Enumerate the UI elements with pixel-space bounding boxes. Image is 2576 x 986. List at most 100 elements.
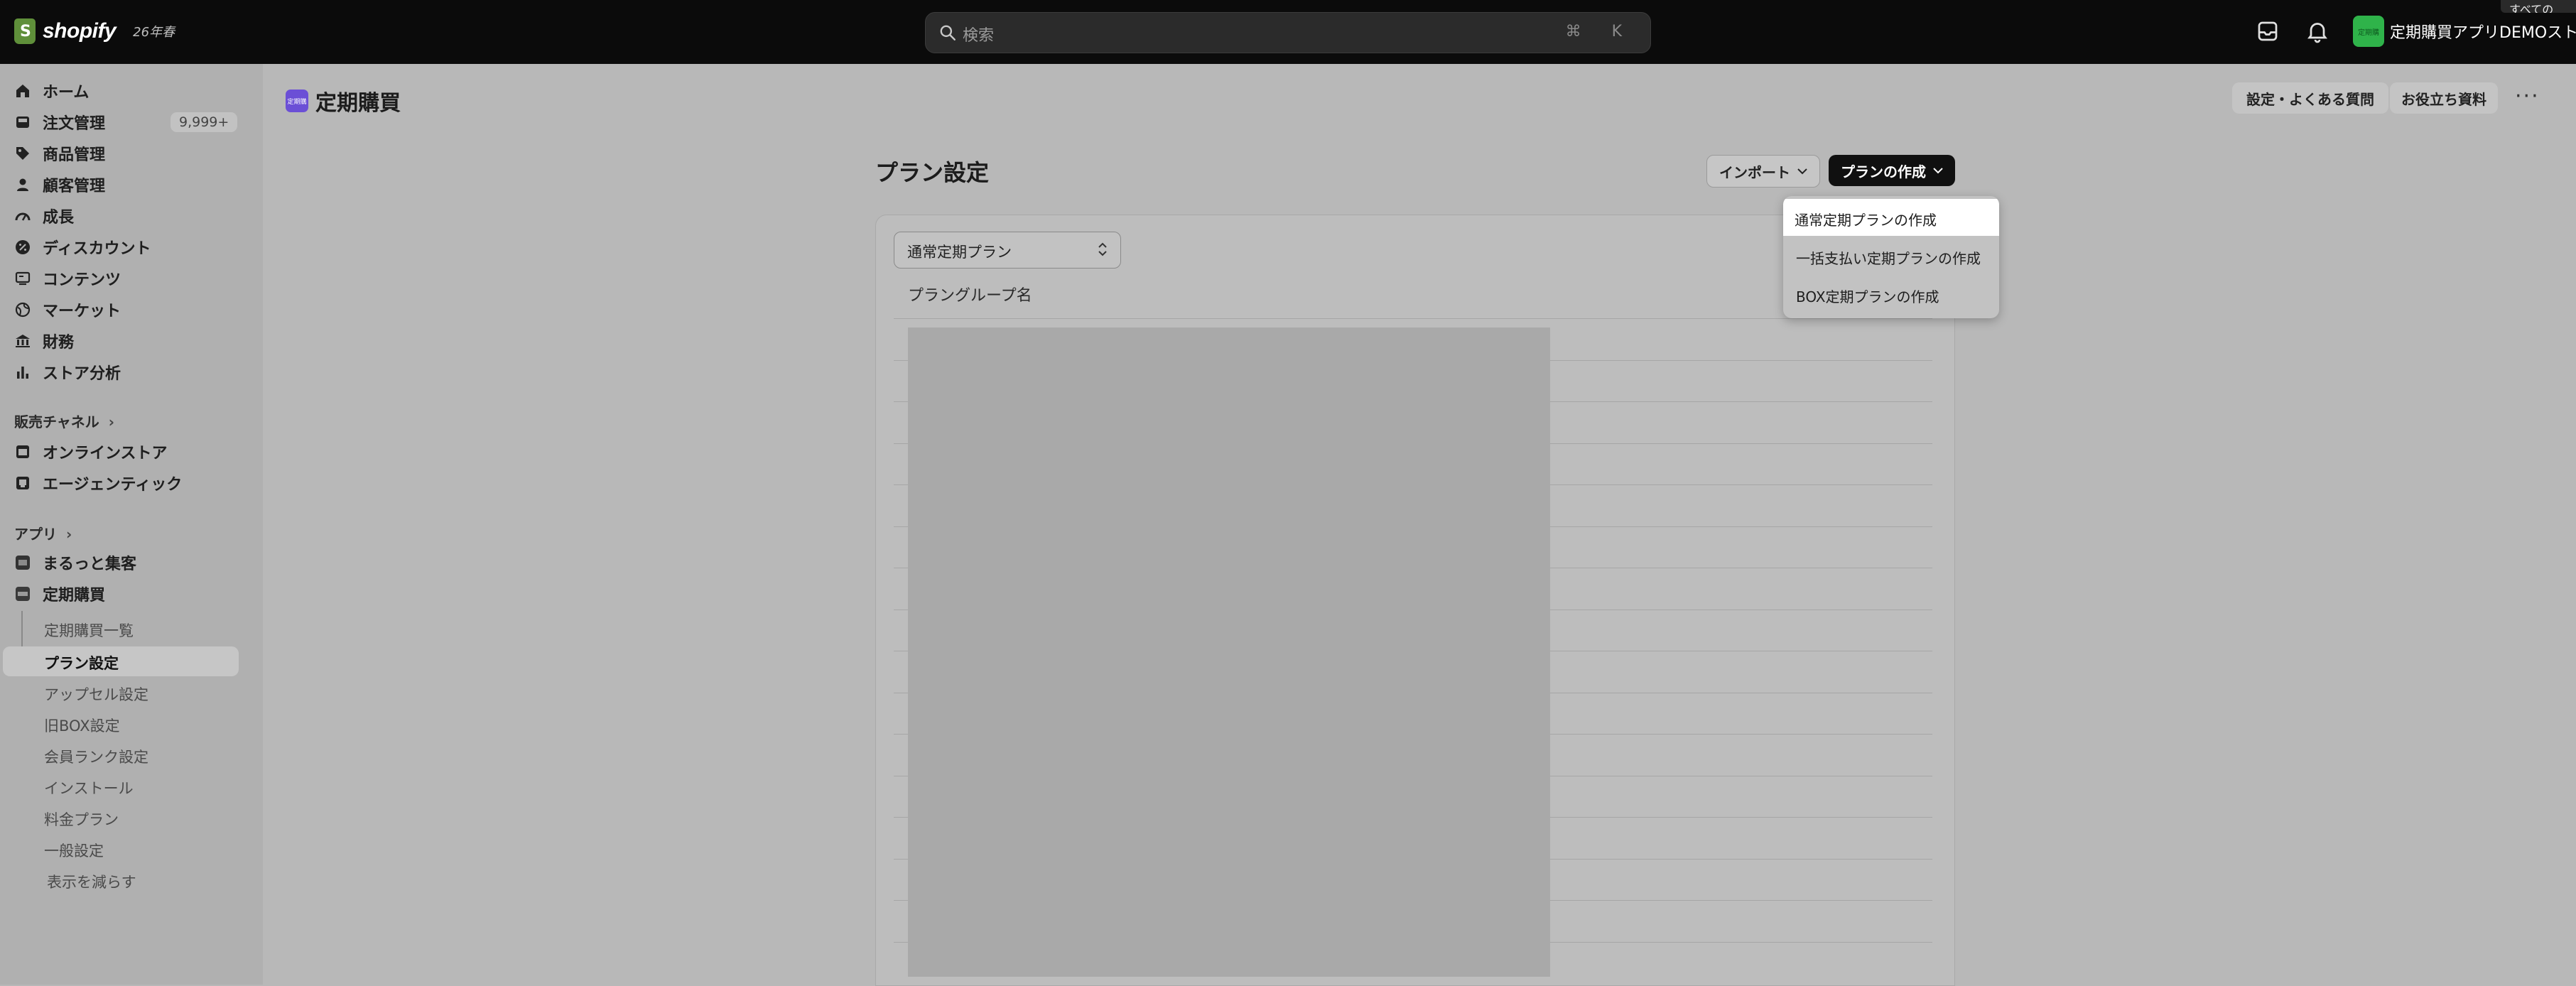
menu-item-label: 一括支払い定期プランの作成 <box>1796 250 1981 267</box>
resources-button[interactable]: お役立ち資料 <box>2390 82 2498 114</box>
menu-item-box-plan[interactable]: BOX定期プランの作成 <box>1783 276 1999 313</box>
search-placeholder: 検索 <box>963 27 995 45</box>
create-plan-menu: 通常定期プランの作成 一括支払い定期プランの作成 BOX定期プランの作成 <box>1783 196 1999 318</box>
sidebar-item-label: 財務 <box>43 334 75 352</box>
globe-icon <box>15 302 31 318</box>
sidebar-item-growth[interactable]: 成長 <box>0 200 256 232</box>
sidebar-item-content[interactable]: コンテンツ <box>0 263 256 294</box>
sidebar-subitem-member-rank[interactable]: 会員ランク設定 <box>44 746 148 767</box>
column-header-plan-group: プラングループ名 <box>908 287 1032 305</box>
store-icon <box>16 445 29 458</box>
search-icon <box>940 25 956 40</box>
loading-placeholder <box>908 327 1550 977</box>
menu-item-normal-plan[interactable]: 通常定期プランの作成 <box>1783 199 1999 236</box>
chevron-down-icon <box>1797 168 1807 175</box>
page-title: プラン設定 <box>875 159 990 186</box>
select-updown-icon <box>1098 242 1107 256</box>
sidebar-subitem-install[interactable]: インストール <box>44 777 134 798</box>
chart-icon <box>17 367 28 379</box>
active-item-highlight <box>3 646 239 676</box>
sidebar-item-label: 定期購買 <box>43 587 106 605</box>
apps-label: アプリ <box>14 526 57 543</box>
sidebar-item-label: マーケット <box>43 303 121 320</box>
sidebar-item-online-store[interactable]: オンラインストア <box>0 436 256 467</box>
sidebar-item-label: 顧客管理 <box>43 178 106 195</box>
sidebar-item-label: 成長 <box>43 209 75 227</box>
sidebar-item-label: エージェンティック <box>43 476 183 494</box>
sidebar: ホーム 注文管理 9,999+ 商品管理 顧客管理 成長 ディスカウント コンテ… <box>0 64 263 985</box>
sidebar-subitem-old-box[interactable]: 旧BOX設定 <box>44 715 120 736</box>
inbox-icon <box>16 117 29 128</box>
search-input[interactable]: 検索 ⌘ K <box>925 12 1651 53</box>
plan-type-select[interactable]: 通常定期プラン <box>894 232 1121 269</box>
bank-icon <box>16 335 30 347</box>
top-bar: shopify 26年春 検索 ⌘ K 定期購 定期購買アプリDEMOストア す… <box>0 0 2576 64</box>
sidebar-item-label: オンラインストア <box>43 445 168 462</box>
app-teiki-icon: 定期購 <box>286 90 308 112</box>
tag-icon <box>16 147 29 160</box>
chevron-right-icon: › <box>65 526 72 543</box>
settings-faq-button[interactable]: 設定・よくある質問 <box>2232 82 2388 114</box>
sidebar-item-teiki[interactable]: 定期購買 <box>0 578 256 610</box>
shopify-bag-icon <box>14 18 36 44</box>
app-title: 定期購買 <box>315 91 401 116</box>
sidebar-item-discounts[interactable]: ディスカウント <box>0 232 256 263</box>
sidebar-subitem-subscriptions[interactable]: 定期購買一覧 <box>44 619 134 641</box>
import-label: インポート <box>1719 163 1790 181</box>
sidebar-item-products[interactable]: 商品管理 <box>0 138 256 169</box>
more-actions-icon[interactable]: ··· <box>2515 84 2540 109</box>
sidebar-item-label: コンテンツ <box>43 271 121 289</box>
menu-item-label: BOX定期プランの作成 <box>1796 288 1939 305</box>
import-button[interactable]: インポート <box>1706 155 1820 188</box>
sidebar-item-label: ディスカウント <box>43 240 151 258</box>
sidebar-subitem-upsell[interactable]: アップセル設定 <box>44 683 148 705</box>
menu-item-label: 通常定期プランの作成 <box>1795 212 1937 229</box>
sidebar-item-finance[interactable]: 財務 <box>0 325 256 357</box>
sidebar-item-label: 注文管理 <box>43 115 106 133</box>
app-header-title: 定期購 定期購買 <box>286 85 401 117</box>
sidebar-item-orders[interactable]: 注文管理 9,999+ <box>0 107 256 138</box>
discount-icon <box>16 240 30 254</box>
orders-count-badge: 9,999+ <box>171 112 238 132</box>
sidebar-show-less[interactable]: 表示を減らす <box>47 871 136 892</box>
sidebar-item-label: 商品管理 <box>43 146 106 164</box>
store-name: 定期購買アプリDEMOストア <box>2390 24 2576 42</box>
bell-icon[interactable] <box>2305 18 2330 44</box>
apps-heading[interactable]: アプリ › <box>14 523 72 543</box>
sidebar-item-agentic[interactable]: エージェンティック <box>0 467 256 499</box>
table-row-divider <box>894 318 1932 319</box>
sales-channel-label: 販売チャネル <box>14 413 99 430</box>
sidebar-subitem-plan-settings[interactable]: プラン設定 <box>44 652 119 673</box>
sidebar-item-home[interactable]: ホーム <box>0 75 256 107</box>
search-shortcut: ⌘ K <box>1565 23 1635 40</box>
menu-item-lump-sum-plan[interactable]: 一括支払い定期プランの作成 <box>1783 237 1999 274</box>
sidebar-item-marutto[interactable]: まるっと集客 <box>0 547 256 578</box>
sidebar-item-label: まるっと集客 <box>43 556 137 573</box>
person-icon <box>17 178 28 191</box>
content-icon <box>15 271 31 286</box>
chevron-right-icon: › <box>108 413 115 430</box>
sidebar-item-analytics[interactable]: ストア分析 <box>0 357 256 388</box>
plan-type-value: 通常定期プラン <box>907 244 1012 261</box>
app-marutto-icon <box>16 556 30 570</box>
store-switcher[interactable]: 定期購 定期購買アプリDEMOストア <box>2353 16 2576 47</box>
brand-name: shopify <box>43 19 117 43</box>
store-avatar: 定期購 <box>2353 16 2384 47</box>
sidebar-item-label: ストア分析 <box>43 365 121 383</box>
agent-icon <box>16 477 29 489</box>
sales-channel-heading[interactable]: 販売チャネル › <box>14 411 114 431</box>
sidebar-item-customers[interactable]: 顧客管理 <box>0 169 256 200</box>
sidebar-subitem-pricing[interactable]: 料金プラン <box>44 808 119 830</box>
sidebar-item-markets[interactable]: マーケット <box>0 294 256 325</box>
sidebar-item-label: ホーム <box>43 84 90 102</box>
shopify-logo[interactable]: shopify 26年春 <box>14 18 175 44</box>
app-teiki-icon <box>16 587 30 601</box>
create-plan-button[interactable]: プランの作成 <box>1829 155 1955 186</box>
inbox-tray-icon[interactable] <box>2255 18 2280 44</box>
home-icon <box>16 85 29 97</box>
corner-tooltip: すべての <box>2501 0 2576 13</box>
edition-label: 26年春 <box>133 25 175 40</box>
gauge-icon <box>15 212 31 221</box>
create-plan-label: プランの作成 <box>1841 163 1926 180</box>
sidebar-subitem-general[interactable]: 一般設定 <box>44 840 104 861</box>
